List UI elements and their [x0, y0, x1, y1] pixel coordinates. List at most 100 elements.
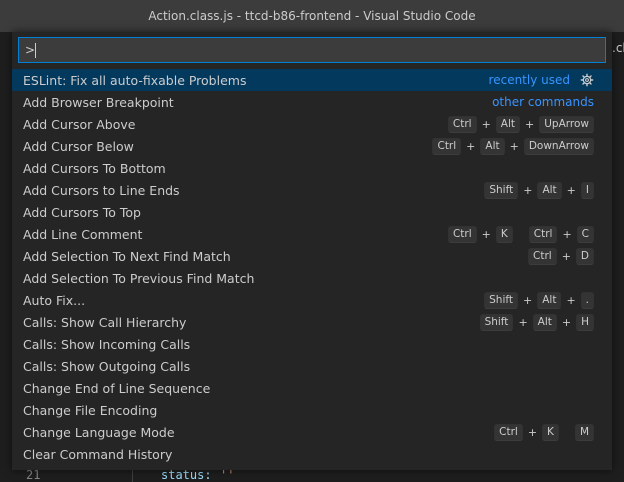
- command-item[interactable]: Add Cursor Below Ctrl + Alt + DownArrow: [12, 135, 612, 157]
- command-item-label: Clear Command History: [23, 446, 173, 462]
- command-item-label: Add Browser Breakpoint: [23, 94, 174, 110]
- command-item-label: Change File Encoding: [23, 402, 158, 418]
- keybinding-key: Alt: [537, 181, 562, 199]
- command-item[interactable]: Clear Command History: [12, 443, 612, 465]
- code-token-key: status:: [161, 468, 212, 482]
- keybinding-key: Ctrl: [528, 225, 558, 243]
- command-item[interactable]: Calls: Show Incoming Calls: [12, 333, 612, 355]
- keybinding-plus: +: [518, 315, 528, 329]
- gear-icon[interactable]: [580, 73, 594, 87]
- command-item[interactable]: Add Cursors To Top: [12, 201, 612, 223]
- command-item-label: Calls: Show Call Hierarchy: [23, 314, 187, 330]
- command-item[interactable]: Calls: Show Outgoing Calls: [12, 355, 612, 377]
- editor-line: 21 status: '': [0, 468, 624, 482]
- command-item-meta: Shift + Alt + I: [484, 181, 594, 199]
- command-list: ESLint: Fix all auto-fixable Problems rec…: [12, 69, 612, 465]
- code-token-value: '': [220, 468, 235, 482]
- command-item-label: Calls: Show Incoming Calls: [23, 336, 191, 352]
- keybinding-key: Ctrl: [494, 423, 523, 441]
- keybinding-key: Alt: [532, 313, 557, 331]
- command-item-label: Add Cursors To Top: [23, 204, 141, 220]
- command-item[interactable]: Add Cursor Above Ctrl + Alt + UpArrow: [12, 113, 612, 135]
- keybinding-plus: +: [562, 227, 572, 241]
- keybinding-plus: +: [525, 117, 535, 131]
- keybinding-key: Alt: [537, 291, 562, 309]
- keybinding-key: Ctrl: [447, 225, 477, 243]
- keybinding-plus: +: [466, 139, 476, 153]
- keybinding-plus: +: [566, 183, 576, 197]
- command-item[interactable]: Add Browser Breakpoint other commands: [12, 91, 612, 113]
- keybinding-plus: +: [566, 293, 576, 307]
- command-item-label: Calls: Show Outgoing Calls: [23, 358, 191, 374]
- command-item-meta: Ctrl + K M: [494, 423, 594, 441]
- command-item[interactable]: Change File Encoding: [12, 399, 612, 421]
- command-item-meta: Shift + Alt + H: [479, 313, 594, 331]
- command-item-label: Auto Fix...: [23, 292, 86, 308]
- text-caret: [35, 43, 36, 58]
- keybinding-plus: +: [527, 425, 538, 439]
- command-palette: ESLint: Fix all auto-fixable Problems rec…: [12, 32, 612, 470]
- command-item-meta: Ctrl + D: [528, 247, 594, 265]
- keybinding-key: Ctrl: [447, 115, 477, 133]
- command-item[interactable]: Add Selection To Next Find Match Ctrl + D: [12, 245, 612, 267]
- keybinding-plus: +: [481, 117, 491, 131]
- command-item[interactable]: ESLint: Fix all auto-fixable Problems rec…: [12, 69, 612, 91]
- command-item-label: Add Line Comment: [23, 226, 143, 242]
- command-item-label: Add Selection To Next Find Match: [23, 248, 231, 264]
- command-item[interactable]: Calls: Show Call Hierarchy Shift + Alt + H: [12, 311, 612, 333]
- keybinding-key: Shift: [479, 313, 514, 331]
- keybinding-key: UpArrow: [539, 115, 594, 133]
- keybinding-key: Shift: [484, 181, 519, 199]
- keybinding-key: K: [495, 225, 513, 243]
- command-item-label: Add Selection To Previous Find Match: [23, 270, 255, 286]
- keybinding-key: H: [576, 313, 594, 331]
- command-item-label: Add Cursors To Bottom: [23, 160, 166, 176]
- command-item[interactable]: Change Language Mode Ctrl + K M: [12, 421, 612, 443]
- line-number: 21: [26, 468, 41, 482]
- keybinding-plus: +: [561, 249, 571, 263]
- command-item-label: Change Language Mode: [23, 424, 175, 440]
- command-item-label: Change End of Line Sequence: [23, 380, 211, 396]
- command-item-label: Add Cursor Below: [23, 138, 134, 154]
- command-item-tag: other commands: [492, 95, 594, 109]
- indent-guide: [132, 468, 133, 482]
- keybinding-plus: +: [509, 139, 519, 153]
- command-palette-input[interactable]: [19, 38, 605, 62]
- keybinding-key: DownArrow: [523, 137, 594, 155]
- keybinding-key: Alt: [495, 115, 521, 133]
- keybinding-key: D: [575, 247, 594, 265]
- keybinding-plus: +: [481, 227, 491, 241]
- window-title: Action.class.js - ttcd-b86-frontend - Vi…: [148, 9, 476, 23]
- keybinding-key: M: [574, 423, 594, 441]
- command-item-label: Add Cursors to Line Ends: [23, 182, 180, 198]
- command-item-meta: recently used: [489, 73, 594, 87]
- keybinding-key: .: [580, 291, 594, 309]
- keybinding-key: Ctrl: [528, 247, 557, 265]
- keybinding-key: Shift: [484, 291, 518, 309]
- title-bar: Action.class.js - ttcd-b86-frontend - Vi…: [0, 0, 624, 32]
- command-item-meta: other commands: [492, 95, 594, 109]
- command-item[interactable]: Add Cursors To Bottom: [12, 157, 612, 179]
- command-item[interactable]: Change End of Line Sequence: [12, 377, 612, 399]
- command-palette-input-box[interactable]: [18, 37, 606, 63]
- command-item-label: ESLint: Fix all auto-fixable Problems: [23, 72, 247, 88]
- keybinding-key: Ctrl: [432, 137, 462, 155]
- editor-peek-text: .cla: [612, 41, 624, 55]
- command-item-meta: Ctrl + Alt + UpArrow: [447, 115, 594, 133]
- keybinding-key: Alt: [480, 137, 505, 155]
- command-item[interactable]: Add Selection To Previous Find Match: [12, 267, 612, 289]
- command-item-tag: recently used: [488, 73, 570, 87]
- command-item-meta: Ctrl + Alt + DownArrow: [432, 137, 594, 155]
- keybinding-plus: +: [561, 315, 572, 329]
- keybinding-plus: +: [523, 183, 533, 197]
- command-item-meta: Ctrl + K Ctrl + C: [447, 225, 594, 243]
- keybinding-key: I: [580, 181, 594, 199]
- keybinding-plus: +: [523, 293, 533, 307]
- command-item-meta: Shift + Alt +.: [484, 291, 594, 309]
- keybinding-key: C: [576, 225, 594, 243]
- command-item-label: Add Cursor Above: [23, 116, 136, 132]
- command-item[interactable]: Auto Fix... Shift + Alt +.: [12, 289, 612, 311]
- command-item[interactable]: Add Cursors to Line Ends Shift + Alt + I: [12, 179, 612, 201]
- keybinding-key: K: [542, 423, 559, 441]
- command-item[interactable]: Add Line Comment Ctrl + K Ctrl + C: [12, 223, 612, 245]
